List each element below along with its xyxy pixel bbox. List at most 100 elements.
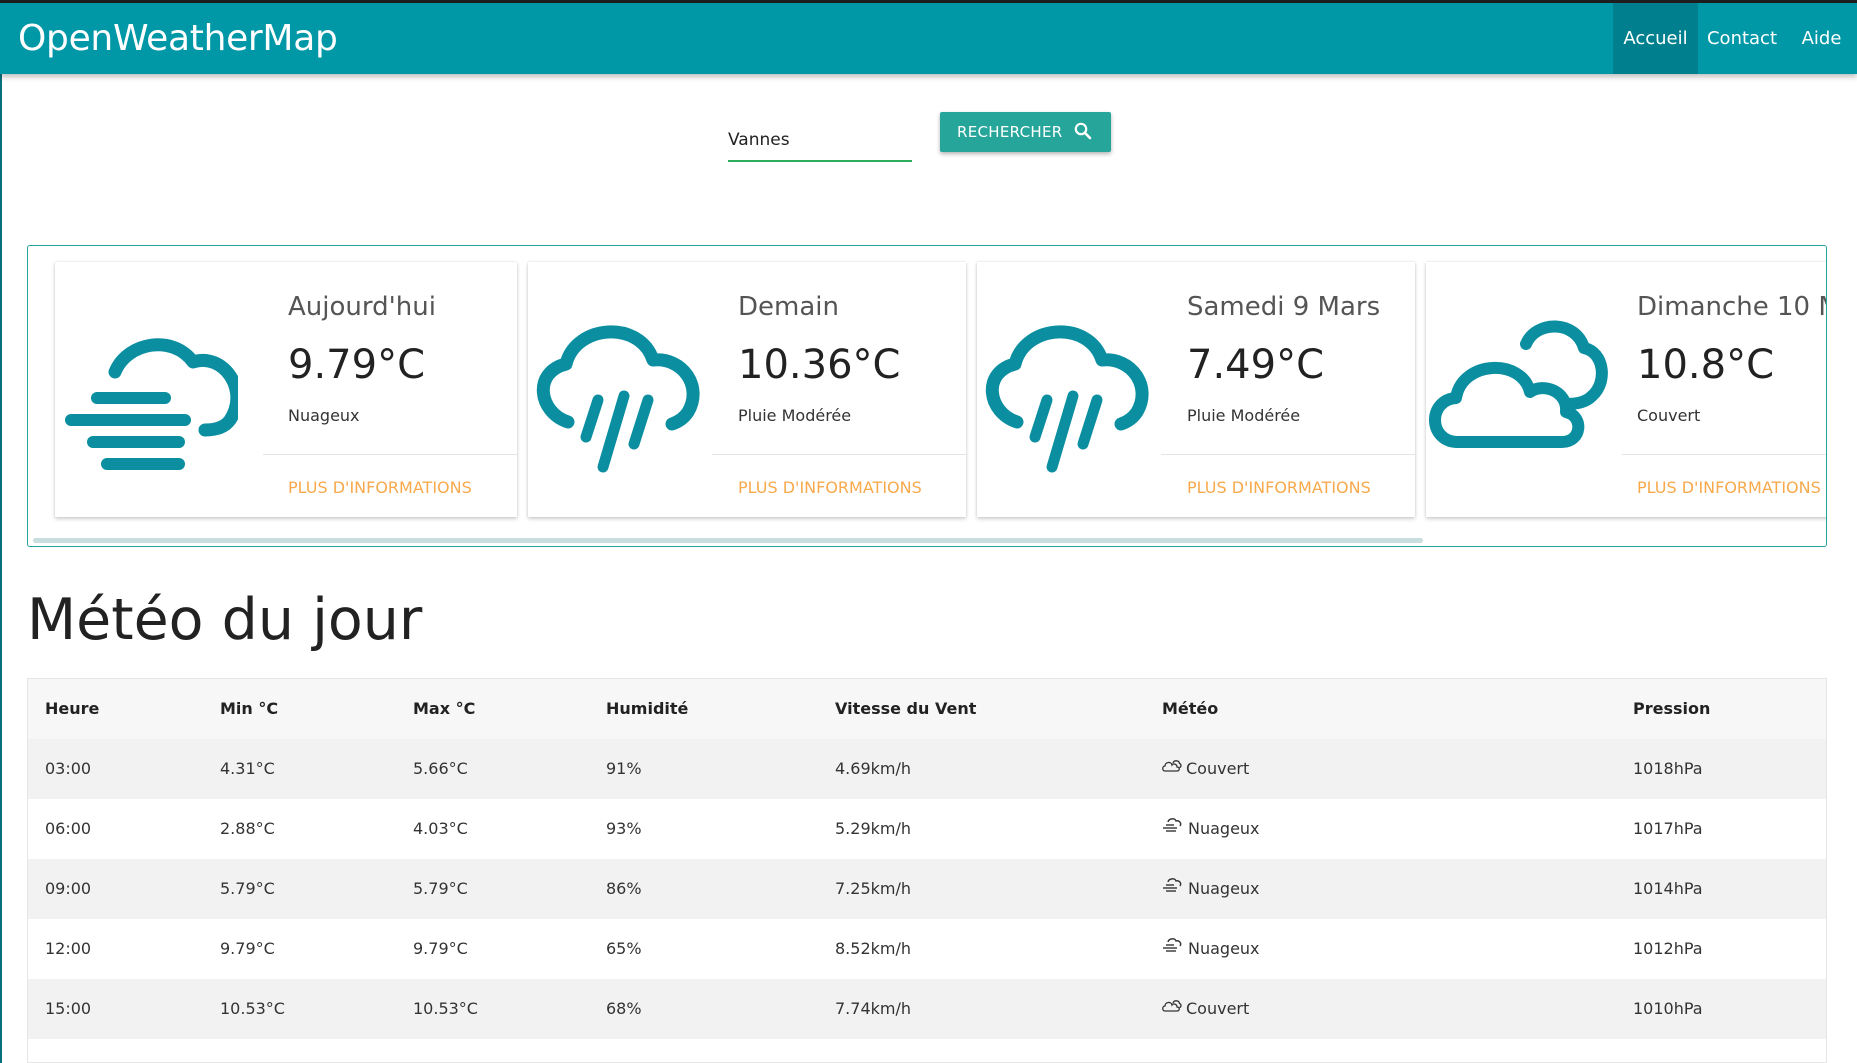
table-row: 12:00 9.79°C 9.79°C 65% 8.52km/h Nuageux… [28,919,1826,980]
search-input[interactable] [728,120,912,162]
weather-label: Nuageux [1188,879,1260,898]
cell-weather: Nuageux [1162,799,1260,860]
cell-hour: 09:00 [45,879,92,898]
cell-pressure: 1017hPa [1633,819,1703,838]
card-divider [1161,454,1415,455]
nav-item-accueil[interactable]: Accueil [1613,3,1698,74]
weather-label: Couvert [1186,999,1250,1018]
cell-max: 5.79°C [413,879,468,898]
cell-weather: Nuageux [1162,919,1260,980]
column-header: Min °C [220,699,279,718]
column-header: Max °C [413,699,476,718]
forecast-day: Dimanche 10 Mars [1637,292,1826,322]
forecast-card: Dimanche 10 Mars 10.8°C Couvert PLUS D'I… [1426,262,1826,517]
cell-pressure: 1012hPa [1633,939,1703,958]
cell-wind: 7.74km/h [835,999,912,1018]
cell-hour: 03:00 [45,759,92,778]
forecast-desc: Couvert [1637,406,1701,425]
card-divider [712,454,966,455]
nav-item-contact[interactable]: Contact [1698,3,1786,74]
cell-humidity: 93% [606,819,642,838]
cell-max: 5.66°C [413,759,468,778]
table-header: Heure Min °C Max °C Humidité Vitesse du … [28,679,1826,740]
cell-min: 4.31°C [220,759,275,778]
window-left-border [0,3,2,1063]
page-title: Météo du jour [27,587,423,653]
overcast-clouds-icon [1426,312,1609,482]
more-info-link[interactable]: PLUS D'INFORMATIONS [288,478,472,497]
nav-item-aide[interactable]: Aide [1786,3,1857,74]
card-divider [1622,454,1826,455]
forecast-card: Demain 10.36°C Pluie Modérée PLUS D'INFO… [528,262,966,517]
forecast-carousel[interactable]: Aujourd'hui 9.79°C Nuageux PLUS D'INFORM… [27,245,1827,547]
cell-hour: 06:00 [45,819,92,838]
table-row: 06:00 2.88°C 4.03°C 93% 5.29km/h Nuageux… [28,799,1826,860]
more-info-link[interactable]: PLUS D'INFORMATIONS [1187,478,1371,497]
cell-humidity: 65% [606,939,642,958]
weather-label: Nuageux [1188,819,1260,838]
column-header: Heure [45,699,100,718]
forecast-temp: 10.36°C [738,342,901,388]
cell-hour: 15:00 [45,999,92,1018]
forecast-temp: 9.79°C [288,342,425,388]
cell-pressure: 1014hPa [1633,879,1703,898]
navbar: OpenWeatherMap Accueil Contact Aide [0,3,1857,74]
cell-min: 9.79°C [220,939,275,958]
cell-wind: 8.52km/h [835,939,912,958]
search-icon [1073,121,1093,145]
cell-weather: Couvert [1162,739,1249,800]
cell-max: 4.03°C [413,819,468,838]
forecast-day: Demain [738,292,839,322]
cell-weather: Nuageux [1162,859,1260,920]
cell-weather: Couvert [1162,979,1249,1040]
cell-hour: 12:00 [45,939,92,958]
card-divider [263,454,517,455]
cell-wind: 5.29km/h [835,819,912,838]
fog-cloud-icon [55,312,244,482]
column-header: Météo [1162,699,1219,718]
column-header: Vitesse du Vent [835,699,977,718]
table-row: 15:00 10.53°C 10.53°C 68% 7.74km/h Couve… [28,979,1826,1040]
forecast-desc: Pluie Modérée [1187,406,1301,425]
rain-cloud-icon [977,312,1160,482]
weather-label: Couvert [1186,759,1250,778]
brand-logo[interactable]: OpenWeatherMap [18,17,338,61]
search-button[interactable]: RECHERCHER [940,112,1111,152]
column-header: Pression [1633,699,1711,718]
table-row: 03:00 4.31°C 5.66°C 91% 4.69km/h Couvert… [28,739,1826,800]
forecast-desc: Nuageux [288,406,360,425]
weather-label: Nuageux [1188,939,1260,958]
fog-cloud-icon [1162,858,1184,918]
carousel-scrollbar[interactable] [33,538,1423,543]
forecast-card: Aujourd'hui 9.79°C Nuageux PLUS D'INFORM… [55,262,517,517]
rain-cloud-icon [528,312,711,482]
forecast-day: Aujourd'hui [288,292,436,322]
more-info-link[interactable]: PLUS D'INFORMATIONS [738,478,922,497]
column-header: Humidité [606,699,689,718]
search-button-label: RECHERCHER [957,123,1063,141]
daily-weather-table: Heure Min °C Max °C Humidité Vitesse du … [27,678,1827,1063]
cell-wind: 4.69km/h [835,759,912,778]
forecast-temp: 10.8°C [1637,342,1774,388]
cell-pressure: 1018hPa [1633,759,1703,778]
cell-wind: 7.25km/h [835,879,912,898]
more-info-link[interactable]: PLUS D'INFORMATIONS [1637,478,1821,497]
cell-humidity: 68% [606,999,642,1018]
cell-max: 10.53°C [413,999,478,1018]
cell-pressure: 1010hPa [1633,999,1703,1018]
cell-max: 9.79°C [413,939,468,958]
forecast-card: Samedi 9 Mars 7.49°C Pluie Modérée PLUS … [977,262,1415,517]
forecast-day: Samedi 9 Mars [1187,292,1381,322]
forecast-desc: Pluie Modérée [738,406,852,425]
cell-humidity: 91% [606,759,642,778]
fog-cloud-icon [1162,918,1184,978]
overcast-icon [1162,978,1182,1038]
table-row: 09:00 5.79°C 5.79°C 86% 7.25km/h Nuageux… [28,859,1826,920]
forecast-temp: 7.49°C [1187,342,1324,388]
fog-cloud-icon [1162,798,1184,858]
cell-min: 2.88°C [220,819,275,838]
cell-min: 5.79°C [220,879,275,898]
overcast-icon [1162,738,1182,798]
cell-humidity: 86% [606,879,642,898]
cell-min: 10.53°C [220,999,285,1018]
